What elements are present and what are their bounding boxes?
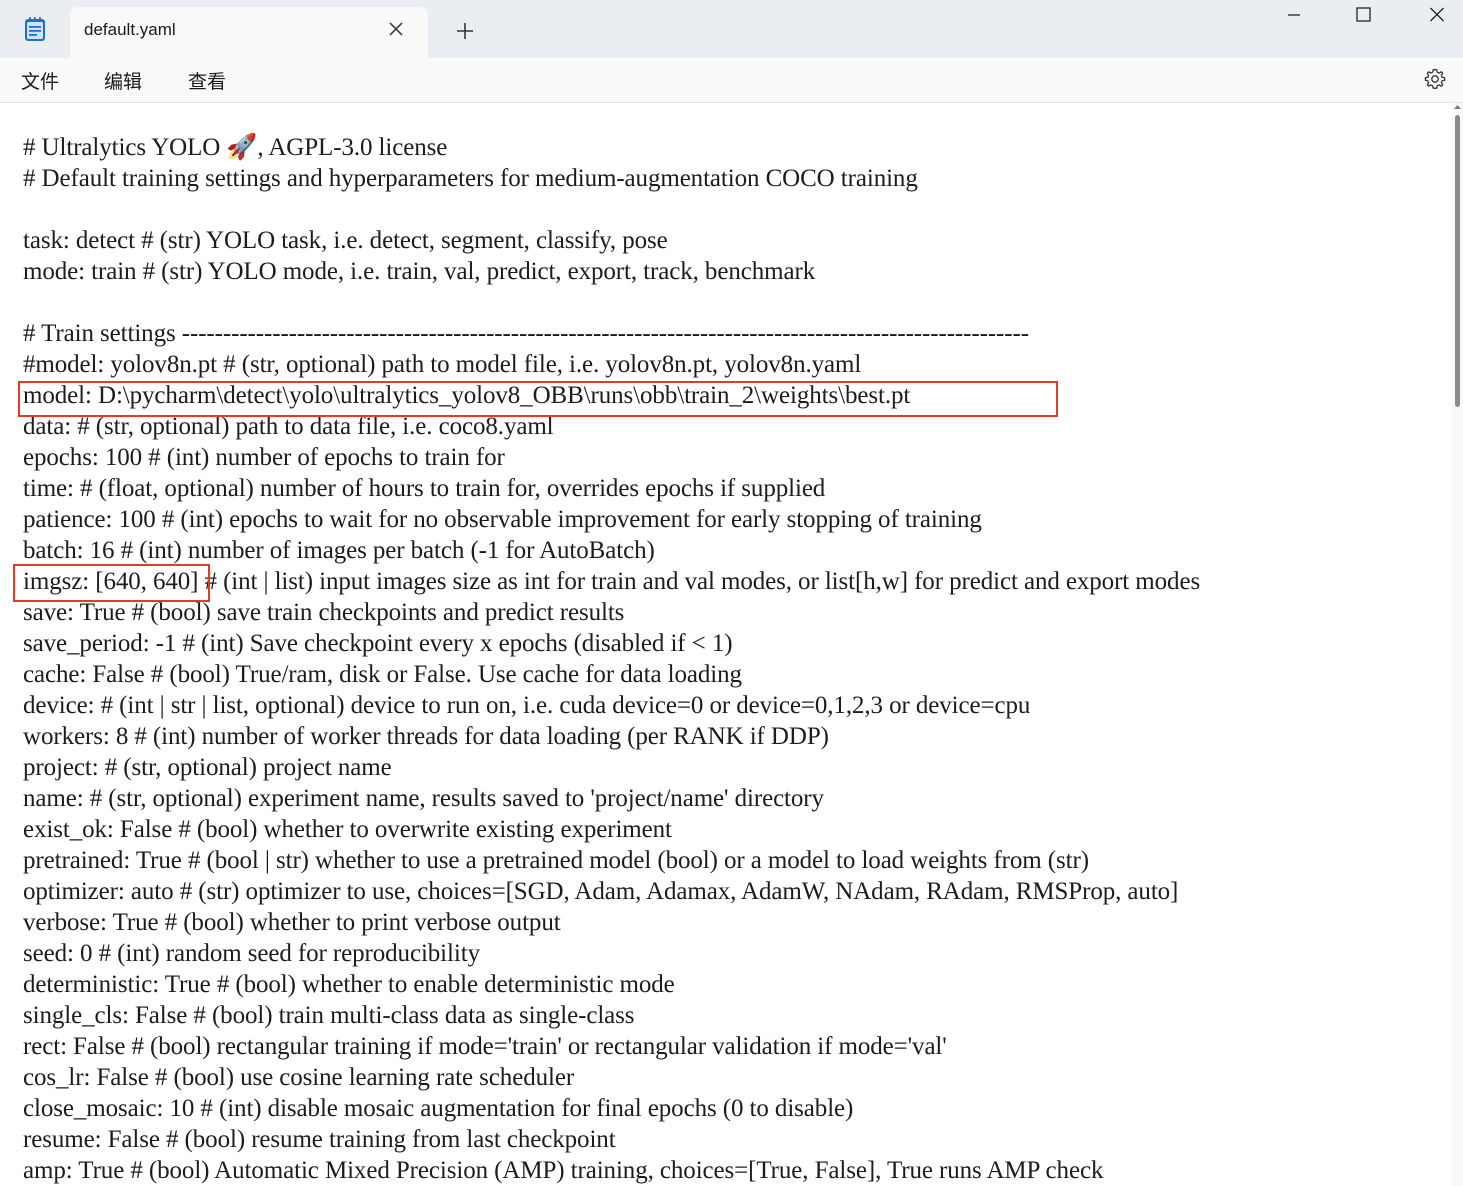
code-line: cos_lr: False # (bool) use cosine learni…: [23, 1064, 575, 1091]
code-line: project: # (str, optional) project name: [23, 754, 392, 781]
code-line: data: # (str, optional) path to data fil…: [23, 413, 554, 440]
code-line: task: detect # (str) YOLO task, i.e. det…: [23, 227, 668, 254]
code-line: optimizer: auto # (str) optimizer to use…: [23, 878, 1179, 905]
code-line: rect: False # (bool) rectangular trainin…: [23, 1033, 947, 1060]
code-line: single_cls: False # (bool) train multi-c…: [23, 1002, 635, 1029]
window-close-icon[interactable]: [1398, 0, 1463, 32]
code-line: imgsz: [640, 640] # (int | list) input i…: [23, 568, 1201, 595]
code-line: name: # (str, optional) experiment name,…: [23, 785, 824, 812]
code-line: # Train settings -----------------------…: [23, 320, 1029, 347]
plus-icon[interactable]: [454, 20, 476, 42]
vertical-scrollbar[interactable]: [1452, 103, 1463, 1186]
maximize-icon[interactable]: [1328, 0, 1398, 32]
tab-title: default.yaml: [84, 20, 176, 39]
gear-icon[interactable]: [1423, 67, 1447, 91]
code-line: epochs: 100 # (int) number of epochs to …: [23, 444, 505, 471]
code-line: pretrained: True # (bool | str) whether …: [23, 847, 1089, 874]
code-line: seed: 0 # (int) random seed for reproduc…: [23, 940, 480, 967]
code-line: save_period: -1 # (int) Save checkpoint …: [23, 630, 733, 657]
code-line: resume: False # (bool) resume training f…: [23, 1126, 616, 1153]
code-line: # Ultralytics YOLO 🚀, AGPL-3.0 license: [23, 134, 448, 161]
code-line: time: # (float, optional) number of hour…: [23, 475, 826, 502]
code-line: workers: 8 # (int) number of worker thre…: [23, 723, 829, 750]
scroll-up-arrow-icon[interactable]: [1453, 103, 1462, 111]
code-line: batch: 16 # (int) number of images per b…: [23, 537, 655, 564]
code-line: patience: 100 # (int) epochs to wait for…: [23, 506, 982, 533]
title-bar: default.yaml: [0, 0, 1463, 58]
menu-bar: 文件 编辑 查看: [0, 58, 1463, 103]
minimize-icon[interactable]: [1258, 0, 1328, 32]
menu-file[interactable]: 文件: [21, 67, 59, 94]
close-icon[interactable]: [386, 19, 406, 39]
text-editor[interactable]: # Ultralytics YOLO 🚀, AGPL-3.0 license # …: [0, 103, 1452, 1186]
tab-default-yaml[interactable]: default.yaml: [70, 7, 428, 58]
code-line: close_mosaic: 10 # (int) disable mosaic …: [23, 1095, 854, 1122]
code-line: amp: True # (bool) Automatic Mixed Preci…: [23, 1157, 1104, 1184]
menu-view[interactable]: 查看: [188, 67, 226, 94]
code-line: save: True # (bool) save train checkpoin…: [23, 599, 625, 626]
code-line: #model: yolov8n.pt # (str, optional) pat…: [23, 351, 862, 378]
code-line: device: # (int | str | list, optional) d…: [23, 692, 1031, 719]
scrollbar-thumb[interactable]: [1455, 115, 1460, 407]
code-line: model: D:\pycharm\detect\yolo\ultralytic…: [23, 382, 911, 409]
menu-edit[interactable]: 编辑: [104, 67, 142, 94]
code-line: exist_ok: False # (bool) whether to over…: [23, 816, 672, 843]
code-line: mode: train # (str) YOLO mode, i.e. trai…: [23, 258, 816, 285]
editor-lines: # Ultralytics YOLO 🚀, AGPL-3.0 license # …: [23, 132, 1200, 1186]
code-line: # Default training settings and hyperpar…: [23, 165, 918, 192]
code-line: deterministic: True # (bool) whether to …: [23, 971, 675, 998]
notepad-app-icon: [25, 17, 45, 41]
code-line: cache: False # (bool) True/ram, disk or …: [23, 661, 742, 688]
code-line: verbose: True # (bool) whether to print …: [23, 909, 561, 936]
